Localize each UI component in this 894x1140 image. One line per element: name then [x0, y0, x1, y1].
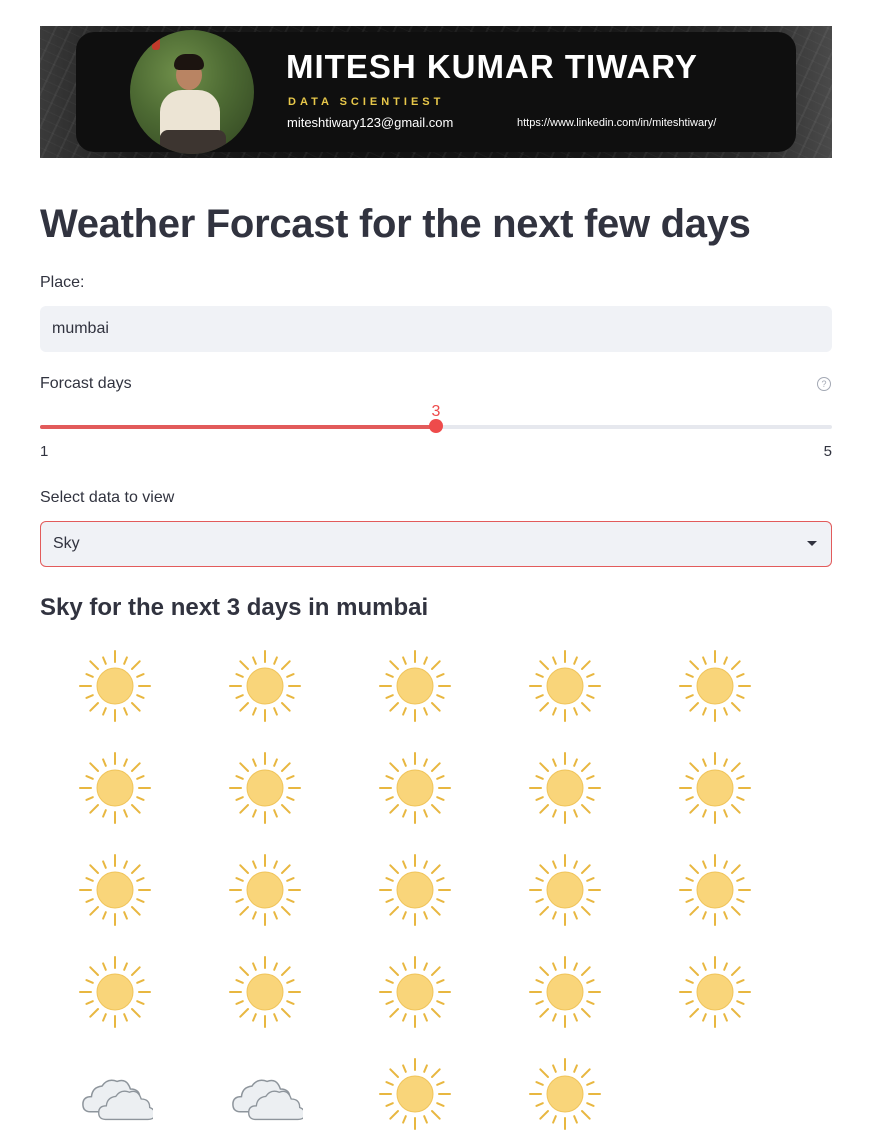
sun-icon — [677, 648, 753, 724]
sun-icon — [527, 1056, 603, 1132]
sun-icon — [527, 648, 603, 724]
banner-email: miteshtiwary123@gmail.com — [287, 115, 454, 130]
sun-icon — [377, 750, 453, 826]
place-input[interactable]: mumbai — [40, 306, 832, 352]
page-title: Weather Forcast for the next few days — [40, 202, 751, 246]
sun-icon — [227, 750, 303, 826]
sun-icon — [527, 852, 603, 928]
place-label: Place: — [40, 274, 85, 291]
slider-fill — [40, 425, 436, 429]
sun-icon — [227, 648, 303, 724]
select-data-label: Select data to view — [40, 489, 175, 506]
slider-min-label: 1 — [40, 443, 49, 460]
sun-icon — [377, 1056, 453, 1132]
slider-thumb[interactable] — [429, 419, 443, 433]
app-container: MITESH KUMAR TIWARY DATA SCIENTIEST mite… — [40, 26, 832, 1130]
sky-subtitle: Sky for the next 3 days in mumbai — [40, 594, 429, 621]
cloud-icon — [77, 1056, 153, 1132]
sun-icon — [77, 648, 153, 724]
slider-max-label: 5 — [823, 443, 832, 460]
avatar — [130, 30, 254, 154]
banner-name: MITESH KUMAR TIWARY — [286, 48, 698, 85]
sun-icon — [77, 750, 153, 826]
sun-icon — [77, 852, 153, 928]
sun-icon — [227, 852, 303, 928]
sky-icon-grid — [40, 26, 832, 1140]
data-select-value: Sky — [53, 535, 80, 552]
sun-icon — [227, 954, 303, 1030]
forecast-days-slider[interactable] — [40, 419, 832, 433]
data-select[interactable]: Sky — [40, 521, 832, 567]
sun-icon — [677, 750, 753, 826]
sun-icon — [377, 954, 453, 1030]
header-banner: MITESH KUMAR TIWARY DATA SCIENTIEST mite… — [40, 26, 832, 158]
banner-linkedin: https://www.linkedin.com/in/miteshtiwary… — [517, 117, 717, 129]
sun-icon — [77, 954, 153, 1030]
sun-icon — [377, 852, 453, 928]
forecast-days-label: Forcast days — [40, 375, 132, 392]
chevron-down-icon[interactable] — [807, 541, 817, 546]
sun-icon — [527, 750, 603, 826]
cloud-icon — [227, 1056, 303, 1132]
banner-role: DATA SCIENTIEST — [288, 96, 445, 108]
sun-icon — [527, 954, 603, 1030]
sun-icon — [377, 648, 453, 724]
sun-icon — [677, 954, 753, 1030]
help-icon[interactable]: ? — [817, 377, 831, 391]
sun-icon — [677, 852, 753, 928]
